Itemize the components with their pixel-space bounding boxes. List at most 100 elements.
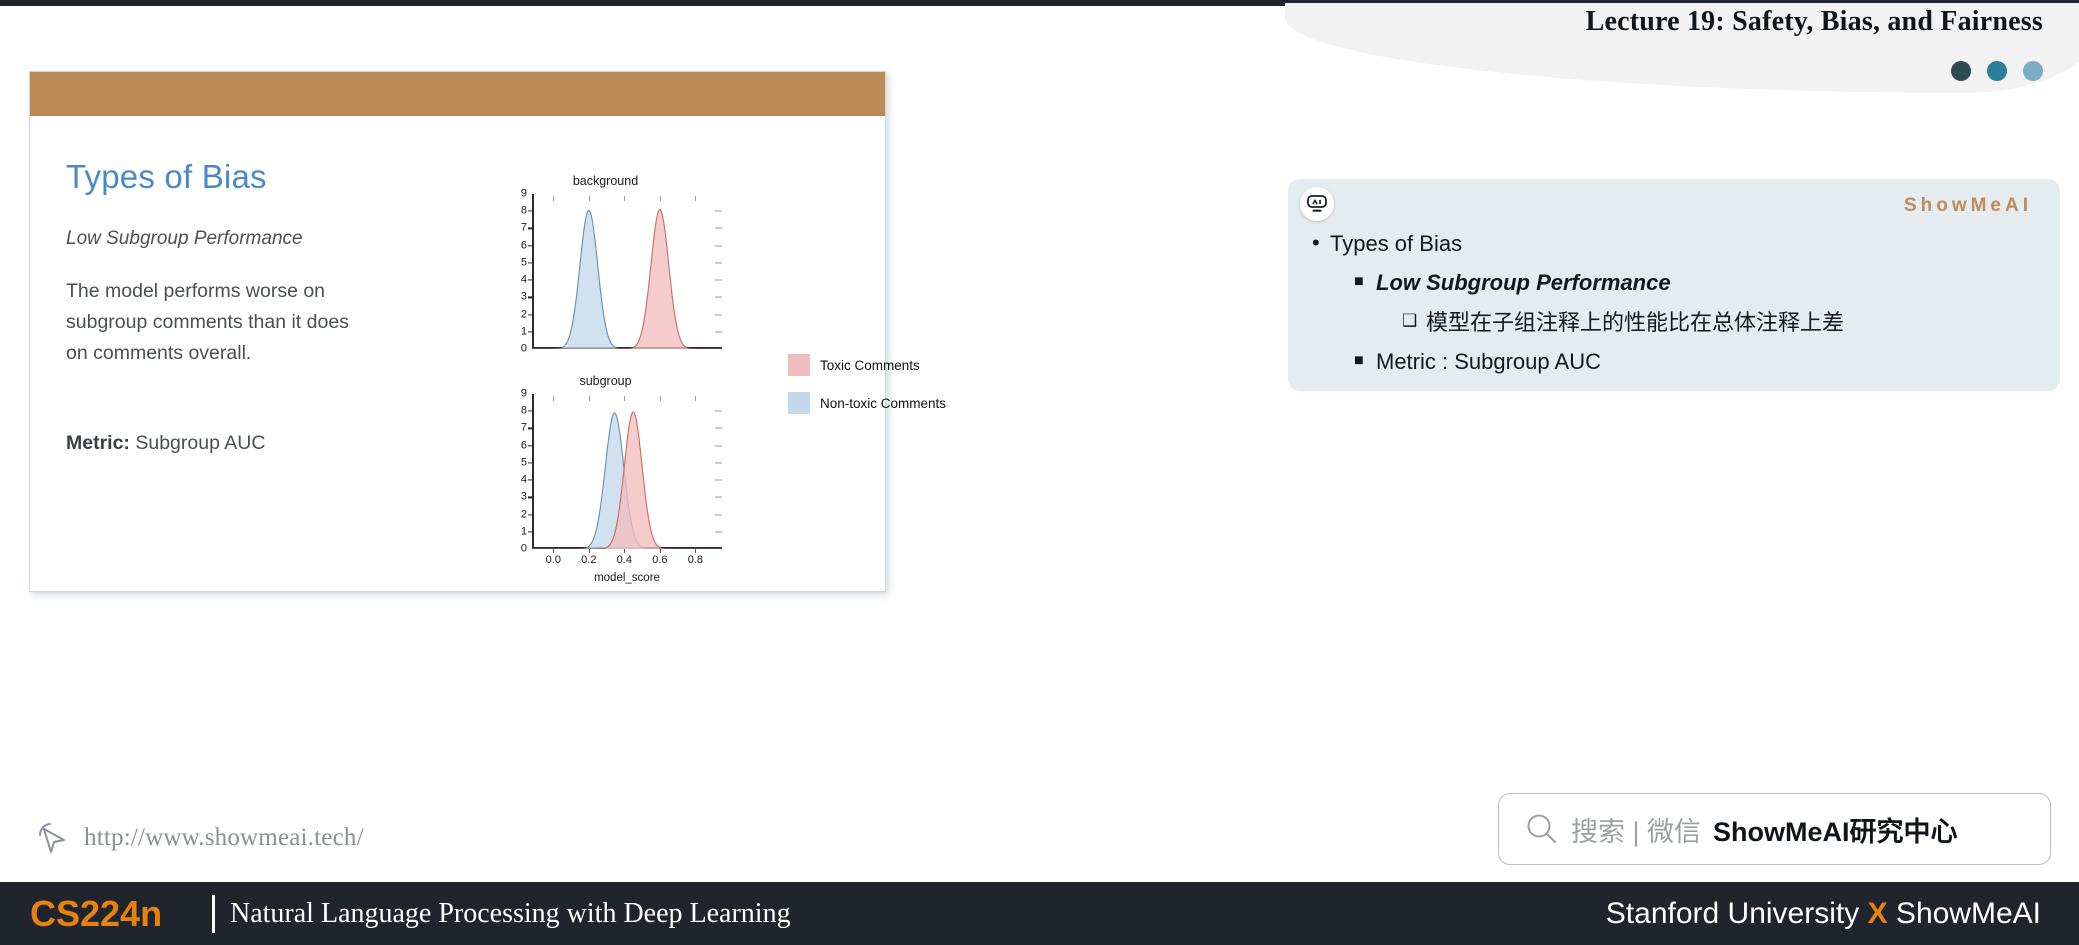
y-tick-mark-right [715, 427, 722, 429]
kde-outline [532, 208, 722, 349]
header-dots [1951, 61, 2043, 81]
panel-item-label: Low Subgroup Performance [1376, 270, 1671, 296]
y-tick-mark-right [715, 279, 722, 281]
top-minor-tick [553, 396, 555, 401]
panel-bullet-list: • Types of Bias ■ Low Subgroup Performan… [1306, 231, 2042, 388]
y-tick-mark-right [715, 331, 722, 333]
kde-outline [532, 209, 722, 349]
y-tick-mark [528, 331, 532, 333]
x-tick-label: 0.0 [545, 554, 561, 566]
x-tick-mark [588, 549, 590, 553]
slide-metric-value: Subgroup AUC [135, 432, 266, 454]
y-tick-mark-right [715, 445, 722, 447]
attribution-prefix: Stanford University [1605, 896, 1868, 930]
x-tick-label: 0.2 [581, 554, 597, 566]
kde-fill [532, 209, 722, 349]
slide-paragraph: The model performs worse on subgroup com… [66, 280, 349, 364]
header-dot-3 [2023, 61, 2043, 81]
footer-url[interactable]: http://www.showmeai.tech/ [84, 824, 364, 852]
course-name: Natural Language Processing with Deep Le… [230, 897, 791, 929]
slide-header-bar [30, 72, 885, 116]
y-tick-mark [528, 227, 532, 230]
slide-content: Types of Bias Low Subgroup Performance T… [30, 116, 946, 593]
slide-subtitle: Low Subgroup Performance [66, 228, 303, 249]
legend-entry-toxic: Toxic Comments [788, 354, 946, 376]
y-tick-label: 4 [520, 273, 527, 286]
y-tick-label: 3 [520, 290, 527, 303]
kde-fill [532, 210, 722, 349]
slide-card: Types of Bias Low Subgroup Performance T… [29, 71, 946, 593]
y-tick-mark [528, 496, 532, 498]
y-tick-mark-right [715, 314, 722, 316]
chart-legend: Toxic Comments Non-toxic Comments [788, 354, 946, 430]
header-dot-2 [1987, 61, 2007, 81]
panel-item-label: Types of Bias [1330, 231, 1463, 256]
panel-item-low-subgroup-performance: ■ Low Subgroup Performance [1306, 270, 2042, 295]
y-tick-label: 0 [520, 342, 527, 355]
y-tick-mark-right [715, 410, 722, 412]
panel-item-chinese-note: ❑ 模型在子组注释上的性能比在总体注释上差 [1306, 310, 2042, 335]
y-tick-mark-right [715, 296, 722, 298]
slide-metric-label: Metric: [66, 432, 130, 454]
top-minor-tick [624, 396, 626, 401]
x-tick-mark [624, 549, 626, 553]
x-tick-label: 0.4 [616, 554, 632, 566]
legend-entry-nontoxic: Non-toxic Comments [788, 392, 946, 414]
course-code: CS224n [30, 892, 163, 934]
top-minor-tick [588, 396, 590, 401]
y-tick-label: 2 [520, 508, 527, 521]
top-minor-tick [695, 396, 697, 401]
y-tick-mark [528, 513, 532, 516]
y-tick-label: 6 [520, 439, 527, 452]
y-tick-mark-right [715, 462, 722, 464]
top-minor-tick [695, 196, 697, 201]
axes-background: 0 1 2 3 4 5 6 7 8 9 [521, 188, 722, 354]
y-tick-label: 7 [520, 421, 527, 434]
slide-screenshot: Lecture 19: Safety, Bias, and Fairness T… [0, 0, 2079, 945]
x-axis-label: model_score [594, 572, 660, 584]
legend-swatch-nontoxic [788, 392, 810, 414]
y-tick-label: 1 [520, 325, 527, 338]
wechat-search-pill[interactable]: 搜索 | 微信 ShowMeAI研究中心 [1498, 793, 2051, 865]
bottom-bar: CS224n Natural Language Processing with … [0, 882, 2079, 945]
y-tick-label: 9 [520, 387, 527, 400]
y-tick-label: 7 [520, 221, 527, 234]
top-minor-tick [588, 196, 590, 201]
showmeai-robot-icon [1300, 187, 1334, 221]
legend-label-toxic: Toxic Comments [820, 357, 920, 373]
y-tick-mark [528, 410, 532, 412]
y-tick-mark [528, 245, 532, 247]
x-tick-label: 0.6 [652, 554, 668, 566]
y-tick-mark-right [715, 479, 722, 481]
y-tick-label: 5 [520, 256, 527, 269]
y-tick-label: 1 [520, 525, 527, 538]
kde-curves-background [532, 208, 722, 349]
y-tick-label: 3 [520, 490, 527, 503]
bullet-square-icon: ■ [1354, 351, 1364, 369]
y-tick-mark-right [715, 514, 722, 516]
y-tick-mark [528, 279, 532, 281]
y-tick-label: 0 [520, 542, 527, 555]
y-tick-label: 4 [520, 473, 527, 486]
y-tick-mark [528, 462, 532, 464]
notes-panel: ShowMeAI • Types of Bias ■ Low Subgroup … [1288, 179, 2060, 391]
panel-item-metric: ■ Metric : Subgroup AUC [1306, 349, 2042, 374]
attribution-x: X [1867, 896, 1888, 930]
cursor-click-icon [38, 823, 65, 853]
slide-title: Types of Bias [66, 158, 267, 195]
y-tick-label: 6 [520, 239, 527, 252]
y-tick-mark-right [715, 496, 722, 498]
footer-link-row[interactable]: http://www.showmeai.tech/ [36, 820, 364, 856]
kde-fill [532, 412, 722, 549]
y-tick-mark [528, 427, 532, 430]
y-tick-label: 2 [520, 308, 527, 321]
lecture-title: Lecture 19: Safety, Bias, and Fairness [1585, 6, 2043, 37]
panel-item-label: Metric : Subgroup AUC [1376, 348, 1601, 374]
x-tick-mark [695, 549, 697, 553]
y-tick-mark [528, 296, 532, 298]
y-tick-mark [528, 313, 532, 316]
subplot-title-subgroup: subgroup [579, 374, 632, 388]
y-tick-label: 9 [520, 187, 527, 200]
search-placeholder-text: 搜索 | 微信 [1571, 816, 1702, 847]
y-tick-mark [528, 531, 532, 533]
